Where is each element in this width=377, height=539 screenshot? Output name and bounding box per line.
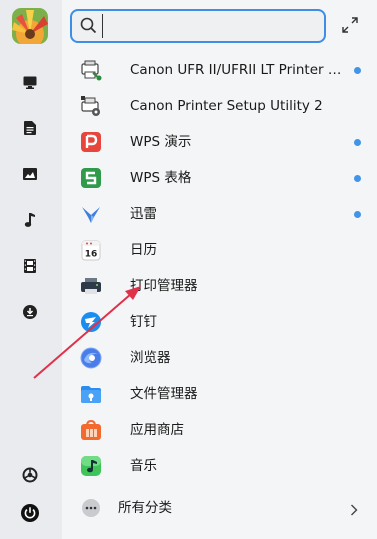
new-app-indicator	[354, 175, 361, 182]
app-item-thunder[interactable]: 迅雷	[62, 196, 377, 232]
canon-printer-driver-icon	[80, 59, 102, 81]
music-note-icon	[24, 213, 36, 227]
rail-power-button[interactable]	[13, 496, 47, 530]
wps-spreadsheet-icon	[80, 167, 102, 189]
rail-videos-button[interactable]	[13, 249, 47, 283]
chevron-right-icon	[350, 501, 358, 520]
app-item-app-store[interactable]: 应用商店	[62, 412, 377, 448]
film-icon	[24, 259, 36, 273]
power-icon	[21, 504, 39, 522]
app-item-wps-presentation[interactable]: WPS 演示	[62, 124, 377, 160]
all-categories-label: 所有分类	[118, 500, 172, 516]
wps-presentation-icon	[80, 131, 102, 153]
app-label: 钉钉	[130, 314, 157, 330]
rail-pictures-button[interactable]	[13, 157, 47, 191]
browser-icon	[80, 347, 102, 369]
search-box[interactable]	[70, 9, 326, 43]
image-icon	[23, 168, 37, 180]
app-item-canon-ufr-driver[interactable]: Canon UFR II/UFRII LT Printer S...	[62, 52, 377, 88]
file-manager-icon	[80, 383, 102, 405]
all-categories-button[interactable]: 所有分类	[62, 490, 377, 526]
calendar-day: 16	[85, 250, 98, 260]
fullscreen-expand-icon[interactable]	[341, 16, 359, 34]
app-label: 日历	[130, 242, 157, 258]
canon-setup-utility-icon	[80, 95, 102, 117]
app-label: 打印管理器	[130, 278, 198, 294]
app-label: 应用商店	[130, 422, 184, 438]
app-label: WPS 演示	[130, 134, 192, 150]
rail-documents-button[interactable]	[13, 111, 47, 145]
rail-settings-button[interactable]	[13, 458, 47, 492]
rail-downloads-button[interactable]	[13, 295, 47, 329]
monitor-icon	[23, 76, 37, 89]
app-item-printer-manager[interactable]: 打印管理器	[62, 268, 377, 304]
search-icon	[80, 17, 97, 38]
app-item-file-manager[interactable]: 文件管理器	[62, 376, 377, 412]
new-app-indicator	[354, 139, 361, 146]
app-item-music[interactable]: 音乐	[62, 448, 377, 484]
search-input[interactable]	[102, 14, 318, 38]
rail-music-button[interactable]	[13, 203, 47, 237]
new-app-indicator	[354, 67, 361, 74]
rail-computer-button[interactable]	[13, 65, 47, 99]
app-label: Canon Printer Setup Utility 2	[130, 98, 323, 114]
app-panel: Canon UFR II/UFRII LT Printer S... Canon…	[62, 0, 377, 539]
app-label: 浏览器	[130, 350, 171, 366]
app-item-browser[interactable]: 浏览器	[62, 340, 377, 376]
app-list: Canon UFR II/UFRII LT Printer S... Canon…	[62, 52, 377, 484]
thunder-icon	[80, 203, 102, 225]
app-label: WPS 表格	[130, 170, 192, 186]
app-label: 迅雷	[130, 206, 157, 222]
new-app-indicator	[354, 211, 361, 218]
left-rail	[0, 0, 62, 539]
settings-icon	[22, 467, 38, 483]
more-dots-icon	[80, 497, 102, 519]
calendar-icon: 16	[80, 239, 102, 261]
app-item-calendar[interactable]: 16 日历	[62, 232, 377, 268]
app-item-dingtalk[interactable]: 钉钉	[62, 304, 377, 340]
app-label: 文件管理器	[130, 386, 198, 402]
printer-manager-icon	[80, 275, 102, 297]
app-label: 音乐	[130, 458, 157, 474]
launcher-window: Canon UFR II/UFRII LT Printer S... Canon…	[0, 0, 377, 539]
app-item-wps-spreadsheet[interactable]: WPS 表格	[62, 160, 377, 196]
avatar[interactable]	[12, 8, 48, 44]
app-item-canon-setup-utility[interactable]: Canon Printer Setup Utility 2	[62, 88, 377, 124]
app-store-icon	[80, 419, 102, 441]
dingtalk-icon	[80, 311, 102, 333]
app-label: Canon UFR II/UFRII LT Printer S...	[130, 62, 348, 78]
document-icon	[24, 121, 36, 135]
music-icon	[80, 455, 102, 477]
download-icon	[23, 305, 37, 319]
